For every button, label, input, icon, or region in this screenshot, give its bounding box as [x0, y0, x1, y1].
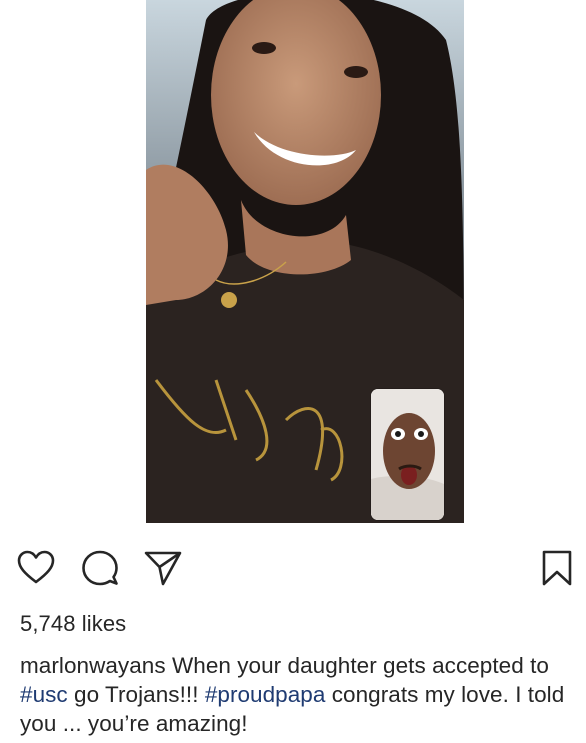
hashtag-link[interactable]: #usc [20, 682, 68, 707]
caption-text: When your daughter gets accepted to [165, 653, 549, 678]
post-action-bar [0, 548, 586, 596]
bookmark-icon [542, 550, 572, 586]
post-media[interactable] [146, 0, 464, 523]
post-caption: marlonwayans When your daughter gets acc… [20, 651, 580, 738]
save-button[interactable] [537, 548, 577, 588]
caption-text: go Trojans!!! [67, 682, 205, 707]
self-view-pip [371, 389, 444, 520]
self-view-image [371, 389, 444, 520]
comment-button[interactable] [80, 548, 120, 588]
comment-bubble-icon [82, 550, 118, 586]
heart-icon [17, 550, 55, 584]
likes-count[interactable]: 5,748 likes [20, 611, 126, 637]
like-button[interactable] [16, 548, 56, 588]
paper-plane-icon [144, 551, 182, 586]
caption-username[interactable]: marlonwayans [20, 653, 166, 678]
share-button[interactable] [143, 548, 183, 588]
instagram-post: 5,748 likes marlonwayans When your daugh… [0, 0, 586, 743]
hashtag-link[interactable]: #proudpapa [205, 682, 326, 707]
